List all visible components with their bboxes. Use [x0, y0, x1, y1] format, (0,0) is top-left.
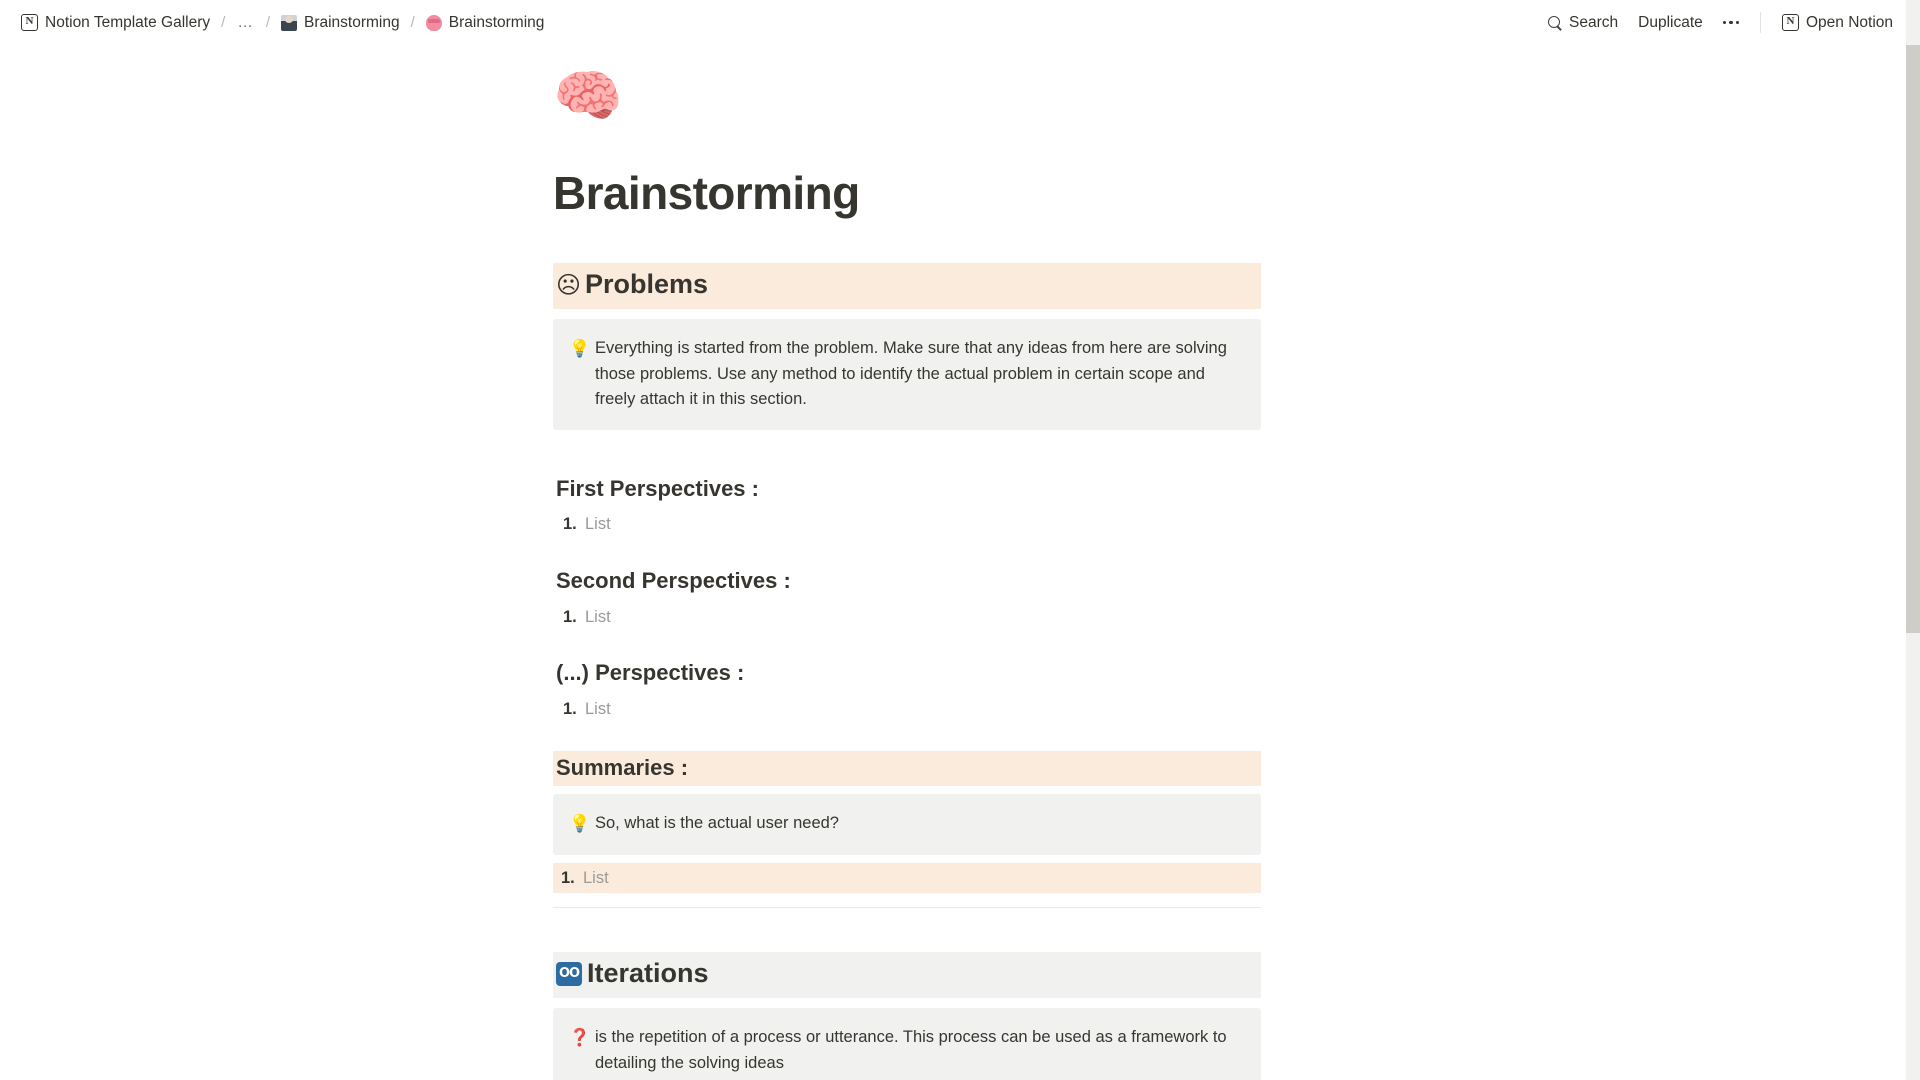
- callout-problems[interactable]: 💡 Everything is started from the problem…: [553, 319, 1261, 430]
- breadcrumb-item-brainstorming-parent[interactable]: Brainstorming: [277, 12, 404, 34]
- search-icon: [1548, 15, 1562, 30]
- breadcrumb-item-brainstorming-current[interactable]: Brainstorming: [422, 12, 549, 34]
- page-content: 🧠 Brainstorming ☹ Problems 💡 Everything …: [553, 45, 1261, 1080]
- frowning-face-emoji-icon: ☹: [556, 271, 582, 300]
- breadcrumb-ellipsis[interactable]: …: [232, 12, 259, 34]
- brain-emoji-icon[interactable]: 🧠: [553, 69, 623, 131]
- search-button[interactable]: Search: [1539, 9, 1627, 37]
- duplicate-button-label: Duplicate: [1638, 13, 1703, 31]
- open-notion-button[interactable]: Open Notion: [1773, 9, 1902, 37]
- top-bar-actions: Search Duplicate Open Notion: [1539, 9, 1902, 37]
- list-item[interactable]: 1. List: [553, 509, 1261, 540]
- breadcrumb-label-brainstorming-parent: Brainstorming: [303, 13, 400, 31]
- light-bulb-emoji-icon: 💡: [569, 339, 591, 360]
- list-item-text: List: [585, 700, 611, 719]
- notion-logo-icon: [1781, 14, 1799, 31]
- oo-button-emoji-icon: OO: [556, 962, 582, 987]
- list-marker: 1.: [561, 868, 575, 887]
- list-item-text: List: [583, 868, 609, 887]
- search-button-label: Search: [1569, 13, 1619, 31]
- list-item[interactable]: 1. List: [553, 694, 1261, 725]
- callout-summaries[interactable]: 💡 So, what is the actual user need?: [553, 794, 1261, 855]
- toolbar-divider: [1759, 12, 1761, 33]
- list-item[interactable]: 1. List: [553, 862, 1261, 894]
- open-notion-label: Open Notion: [1805, 13, 1893, 31]
- breadcrumb-separator: /: [221, 14, 226, 31]
- heading-second-perspectives[interactable]: Second Perspectives :: [553, 564, 1261, 600]
- callout-summaries-text: So, what is the actual user need?: [595, 814, 839, 833]
- heading-iterations-label: Iterations: [587, 958, 709, 989]
- top-bar: Notion Template Gallery / … / Brainstorm…: [0, 0, 1920, 45]
- light-bulb-emoji-icon: 💡: [569, 814, 591, 835]
- breadcrumb-separator: /: [410, 14, 415, 31]
- heading-summaries[interactable]: Summaries :: [553, 750, 1261, 787]
- callout-iterations-text: is the repetition of a process or uttera…: [595, 1028, 1232, 1072]
- more-horizontal-icon: [1722, 16, 1739, 30]
- breadcrumb: Notion Template Gallery / … / Brainstorm…: [17, 12, 548, 34]
- page-title[interactable]: Brainstorming: [553, 169, 1261, 218]
- breadcrumb-item-gallery[interactable]: Notion Template Gallery: [17, 12, 214, 34]
- person-avatar-icon: [280, 14, 297, 31]
- notion-logo-icon: [21, 14, 38, 31]
- more-options-button[interactable]: [1714, 11, 1748, 35]
- duplicate-button[interactable]: Duplicate: [1629, 9, 1712, 37]
- list-marker: 1.: [563, 607, 577, 626]
- breadcrumb-label-gallery: Notion Template Gallery: [45, 13, 211, 31]
- list-item-text: List: [585, 515, 611, 534]
- list-item[interactable]: 1. List: [553, 602, 1261, 633]
- heading-iterations[interactable]: OO Iterations: [553, 952, 1261, 999]
- callout-iterations[interactable]: ❓ is the repetition of a process or utte…: [553, 1008, 1261, 1080]
- list-marker: 1.: [563, 515, 577, 534]
- list-marker: 1.: [563, 700, 577, 719]
- breadcrumb-separator: /: [265, 14, 270, 31]
- heading-problems-label: Problems: [585, 269, 709, 300]
- brain-icon: [425, 14, 442, 31]
- callout-problems-text: Everything is started from the problem. …: [595, 339, 1232, 409]
- heading-problems[interactable]: ☹ Problems: [553, 263, 1261, 310]
- list-item-text: List: [585, 607, 611, 626]
- vertical-scrollbar-thumb[interactable]: [1906, 45, 1920, 633]
- page-scroll-area[interactable]: 🧠 Brainstorming ☹ Problems 💡 Everything …: [0, 45, 1920, 1080]
- heading-other-perspectives[interactable]: (...) Perspectives :: [553, 656, 1261, 692]
- question-mark-emoji-icon: ❓: [569, 1028, 591, 1049]
- breadcrumb-label-brainstorming-current: Brainstorming: [448, 13, 545, 31]
- heading-first-perspectives[interactable]: First Perspectives :: [553, 472, 1261, 508]
